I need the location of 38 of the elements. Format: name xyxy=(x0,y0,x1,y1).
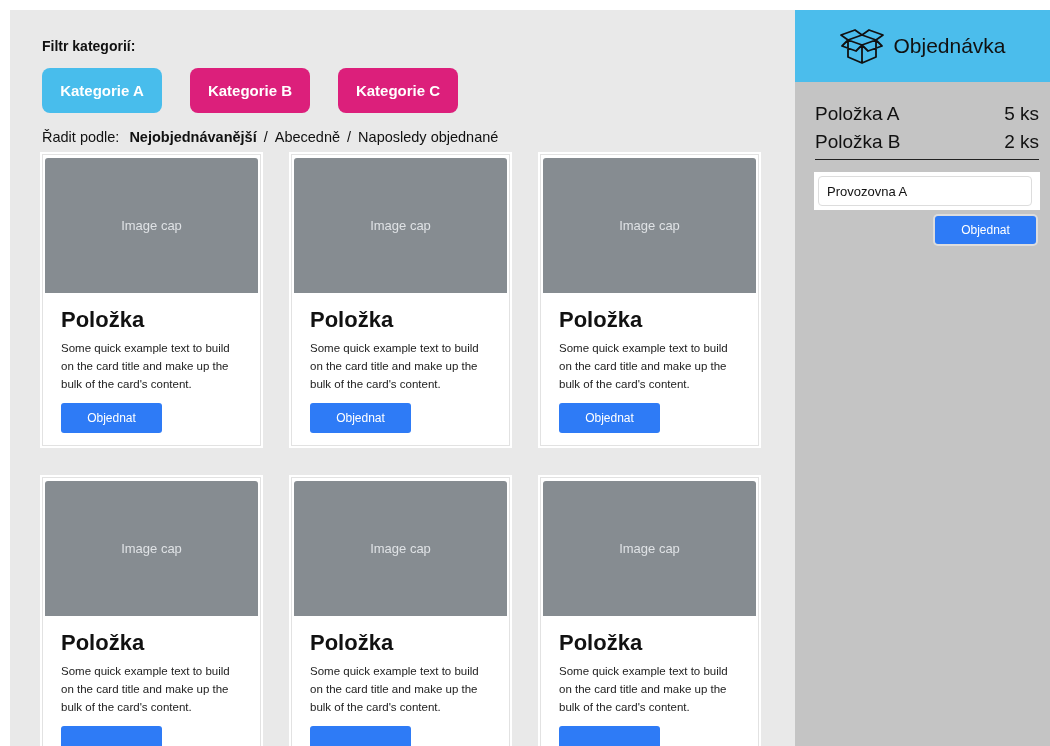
image-caption: Image cap xyxy=(121,218,182,233)
order-item-name: Položka A xyxy=(815,102,900,126)
card-text: Some quick example text to build on the card title and make up the bulk of the card's content. xyxy=(559,341,729,392)
card-title: Položka xyxy=(61,630,146,656)
separator: / xyxy=(347,129,352,145)
order-item-name: Položka B xyxy=(815,130,901,154)
order-button[interactable]: Objednat xyxy=(310,403,411,433)
order-item-quantity: 5 ks xyxy=(1004,102,1039,126)
category-button[interactable]: Kategorie C xyxy=(338,68,458,113)
image-caption: Image cap xyxy=(121,541,182,556)
image-caption: Image cap xyxy=(619,218,680,233)
image-caption: Image cap xyxy=(370,541,431,556)
filter-label: Filtr kategorií: xyxy=(42,38,136,54)
card-text: Some quick example text to build on the card title and make up the bulk of the card's content. xyxy=(61,341,231,392)
order-item-quantity: 2 ks xyxy=(1004,130,1039,154)
image-caption: Image cap xyxy=(370,218,431,233)
category-button[interactable]: Kategorie B xyxy=(190,68,310,113)
order-button[interactable]: Objednat xyxy=(559,403,660,433)
sort-label: Řadit podle: xyxy=(42,129,120,145)
card-text: Some quick example text to build on the card title and make up the bulk of the card's content. xyxy=(61,664,231,715)
card-title: Položka xyxy=(559,307,644,333)
card-title: Položka xyxy=(559,630,644,656)
card-title: Položka xyxy=(61,307,146,333)
card-text: Some quick example text to build on the card title and make up the bulk of the card's content. xyxy=(310,341,480,392)
card-title: Položka xyxy=(310,307,395,333)
image-caption: Image cap xyxy=(619,541,680,556)
sort-option[interactable]: Abecedně xyxy=(274,129,341,145)
order-button[interactable]: Objednat xyxy=(61,403,162,433)
card-title: Položka xyxy=(310,630,395,656)
card-text: Some quick example text to build on the card title and make up the bulk of the card's content. xyxy=(310,664,480,715)
sort-option[interactable]: Nejobjednávanější xyxy=(129,129,257,145)
box-icon xyxy=(839,26,886,66)
sort-option[interactable]: Naposledy objednané xyxy=(358,129,499,145)
separator: / xyxy=(263,129,268,145)
location-field[interactable]: Provozovna A xyxy=(818,176,1032,206)
order-button[interactable]: Objednat xyxy=(935,216,1036,244)
card-text: Some quick example text to build on the card title and make up the bulk of the card's content. xyxy=(559,664,729,715)
panel-title: Objednávka xyxy=(893,34,1006,58)
